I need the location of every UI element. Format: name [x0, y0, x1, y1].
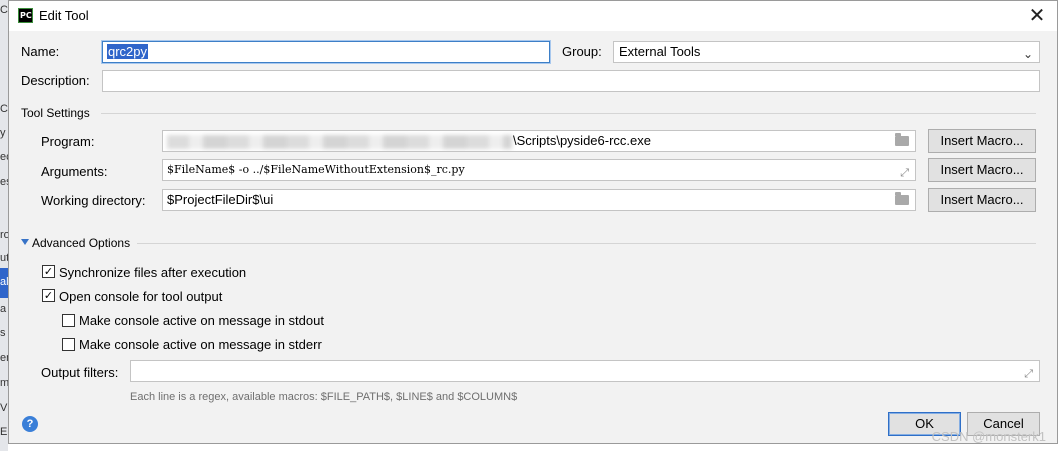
program-input-value: \Scripts\pyside6-rcc.exe [513, 133, 651, 148]
sync-files-label[interactable]: Synchronize files after execution [59, 265, 246, 280]
expand-icon[interactable]: ⤢ [900, 163, 909, 180]
arguments-label: Arguments: [41, 164, 108, 179]
expand-icon[interactable]: ⤢ [1024, 364, 1033, 381]
group-dropdown-value: External Tools [619, 44, 701, 59]
bg-fragment: V [0, 402, 8, 414]
program-input[interactable]: \Scripts\pyside6-rcc.exe [162, 130, 916, 152]
working-directory-label: Working directory: [41, 193, 146, 208]
active-stdout-label[interactable]: Make console active on message in stdout [79, 313, 324, 328]
bg-fragment: C [0, 4, 8, 16]
bg-fragment: Co [0, 103, 8, 115]
bg-fragment: ec [0, 151, 8, 163]
redacted-path [167, 135, 512, 149]
bg-fragment: m [0, 377, 8, 389]
insert-macro-program-button[interactable]: Insert Macro... [928, 129, 1036, 153]
bg-fragment: a [0, 303, 7, 315]
close-icon[interactable]: ✕ [1025, 4, 1049, 28]
open-console-checkbox[interactable]: ✓ [42, 289, 55, 302]
advanced-options-header[interactable]: Advanced Options [32, 236, 130, 250]
name-input-value: qrc2py [107, 44, 149, 59]
advanced-options-divider [137, 243, 1036, 244]
arguments-input[interactable]: $FileName$ -o ../$FileNameWithoutExtensi… [162, 159, 916, 181]
tool-settings-divider [101, 113, 1036, 114]
working-directory-input[interactable]: $ProjectFileDir$\ui [162, 189, 916, 211]
group-dropdown[interactable]: External Tools ⌄ [613, 41, 1040, 63]
active-stderr-label[interactable]: Make console active on message in stderr [79, 337, 322, 352]
arguments-input-value: $FileName$ -o ../$FileNameWithoutExtensi… [167, 163, 465, 176]
title-bar: PC Edit Tool ✕ [9, 1, 1057, 31]
edit-tool-dialog: PC Edit Tool ✕ Name: qrc2py Group: Exter… [8, 0, 1058, 444]
bg-fragment: s [0, 327, 6, 339]
pycharm-icon: PC [18, 8, 33, 23]
background-ide-panel: C Co y ec es ro ut al a s er m V E [0, 0, 8, 451]
name-label: Name: [21, 44, 60, 59]
description-label: Description: [21, 73, 90, 88]
help-icon[interactable]: ? [22, 416, 38, 432]
open-console-label[interactable]: Open console for tool output [59, 289, 222, 304]
watermark: CSDN @monsterk1 [931, 429, 1046, 444]
group-label: Group: [562, 44, 602, 59]
collapse-triangle-icon[interactable] [21, 239, 29, 245]
output-filters-hint: Each line is a regex, available macros: … [130, 391, 518, 403]
folder-icon[interactable] [895, 192, 909, 205]
insert-macro-arguments-button[interactable]: Insert Macro... [928, 158, 1036, 182]
output-filters-input[interactable]: ⤢ [130, 360, 1040, 382]
bg-fragment: y [0, 127, 6, 139]
bg-fragment: ro [0, 229, 8, 241]
bg-fragment: er [0, 352, 8, 364]
folder-icon[interactable] [895, 133, 909, 146]
bg-fragment: E [0, 426, 8, 438]
insert-macro-workdir-button[interactable]: Insert Macro... [928, 188, 1036, 212]
tool-settings-header: Tool Settings [21, 106, 90, 120]
sync-files-checkbox[interactable]: ✓ [42, 265, 55, 278]
dialog-title: Edit Tool [39, 8, 89, 23]
active-stdout-checkbox[interactable] [62, 314, 75, 327]
bg-fragment: al [0, 276, 8, 288]
chevron-down-icon: ⌄ [1022, 47, 1033, 61]
active-stderr-checkbox[interactable] [62, 338, 75, 351]
bg-fragment: ut [0, 252, 8, 264]
output-filters-label: Output filters: [41, 365, 119, 380]
bg-fragment: es [0, 176, 8, 188]
name-input[interactable]: qrc2py [102, 41, 550, 63]
working-directory-input-value: $ProjectFileDir$\ui [167, 192, 274, 207]
description-input[interactable] [102, 70, 1040, 92]
program-label: Program: [41, 134, 95, 149]
